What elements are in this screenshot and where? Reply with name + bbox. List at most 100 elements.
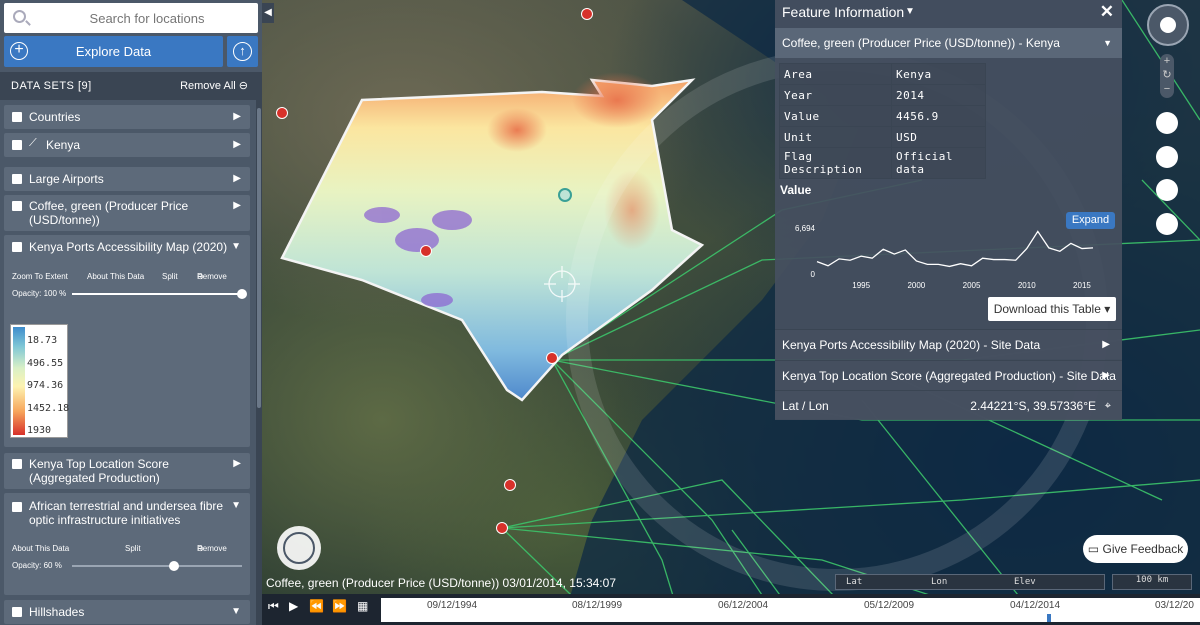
step-back-icon[interactable]: ⏪ [309,599,324,613]
expand-chart-button[interactable]: Expand [1066,212,1115,229]
collapse-sidebar-button[interactable]: ◀ [262,3,274,23]
upload-button[interactable]: ↑ [227,36,258,67]
rotate-icon[interactable]: ↻ [1160,68,1174,82]
opacity-slider-knob[interactable] [237,289,247,299]
layer-fibre-optic[interactable]: African terrestrial and undersea fibre o… [4,493,250,595]
chevron-right-icon[interactable]: ▶ [233,111,241,122]
timeline-date: 05/12/2009 [864,600,915,611]
chevron-down-icon[interactable]: ▼ [231,606,241,617]
chevron-right-icon[interactable]: ▶ [233,139,241,150]
layer-checkbox[interactable] [12,607,22,617]
site-data-row-ports[interactable]: Kenya Ports Accessibility Map (2020) - S… [775,329,1122,359]
plus-circle-icon: + [10,42,28,60]
timeline-date: 08/12/1999 [572,600,623,611]
location-pin-icon[interactable]: ⌖ [1105,391,1111,421]
search-icon [13,10,26,23]
timeline-track[interactable]: 09/12/1994 08/12/1999 06/12/2004 05/12/2… [381,598,1200,622]
layer-checkbox[interactable] [12,502,22,512]
timeline-cursor[interactable] [1047,614,1051,622]
split-link[interactable]: Split [162,272,178,281]
zoom-in-icon[interactable]: + [1160,54,1174,68]
table-row: Year 2014 [779,84,986,106]
skip-start-icon[interactable]: ⏮ [268,599,279,614]
selected-point-marker[interactable] [558,188,572,202]
layer-checkbox[interactable] [12,459,22,469]
attr-value: Official data [891,147,986,179]
remove-link[interactable]: Remove ⊖ [197,272,227,281]
layer-coffee[interactable]: Coffee, green (Producer Price (USD/tonne… [4,195,250,231]
feature-panel-header: Feature Information ▼ ✕ [775,0,1122,26]
split-view-icon[interactable] [1156,146,1178,168]
chevron-right-icon[interactable]: ▶ [233,200,241,211]
layer-checkbox[interactable] [12,174,22,184]
layer-checkbox[interactable] [12,112,22,122]
about-data-link[interactable]: About This Data [12,544,69,553]
search-input[interactable] [4,3,258,33]
upload-arrow-icon: ↑ [233,42,252,61]
layer-hillshades[interactable]: Hillshades ▼ [4,600,250,624]
lat-label: Lat [846,577,863,587]
attr-value: Kenya [891,63,986,85]
heat-hotspot [487,108,547,152]
x-tick-label: 2000 [907,281,925,290]
about-data-link[interactable]: About This Data [87,272,144,281]
compass-icon[interactable] [1147,4,1189,46]
table-row: Value 4456.9 [779,105,986,127]
layer-kenya[interactable]: ⟋ Kenya ▶ [4,133,250,157]
measure-icon[interactable] [1156,179,1178,201]
layer-checkbox[interactable] [12,201,22,211]
chevron-right-icon[interactable]: ▶ [233,173,241,184]
scrollbar-thumb[interactable] [257,108,261,408]
opacity-slider[interactable] [72,293,242,295]
opacity-slider-knob[interactable] [169,561,179,571]
remove-link[interactable]: Remove ⊖ [197,544,227,553]
layer-countries[interactable]: Countries ▶ [4,105,250,129]
sidebar: + Explore Data ↑ DATA SETS [9] Remove Al… [0,0,262,625]
lon-label: Lon [931,577,948,587]
chevron-right-icon[interactable]: ▶ [1102,330,1110,360]
chart-value-label: Value [780,183,812,197]
layer-label: Large Airports [29,172,104,186]
x-tick-label: 2015 [1073,281,1091,290]
elev-label: Elev [1014,577,1036,587]
sidebar-scrollbar[interactable] [256,100,262,625]
series-line [816,230,1094,268]
zoom-out-icon[interactable]: − [1160,82,1174,96]
explore-data-label: Explore Data [75,44,152,59]
give-feedback-button[interactable]: ▭ Give Feedback [1083,535,1188,563]
legend-value: 1452.18 [27,403,70,414]
step-forward-icon[interactable]: ⏩ [332,599,347,613]
site-data-label: Kenya Top Location Score (Aggregated Pro… [782,369,1116,383]
layer-checkbox[interactable] [12,242,22,252]
locate-icon[interactable] [1156,112,1178,134]
caret-down-icon[interactable]: ▼ [905,0,915,24]
table-row: Area Kenya [779,63,986,85]
feature-panel-subtitle-row[interactable]: Coffee, green (Producer Price (USD/tonne… [775,28,1122,58]
chevron-down-icon[interactable]: ▼ [1103,28,1112,58]
layer-checkbox[interactable] [12,140,22,150]
site-data-row-location[interactable]: Kenya Top Location Score (Aggregated Pro… [775,360,1122,390]
close-icon[interactable]: ✕ [1100,0,1114,24]
layer-large-airports[interactable]: Large Airports ▶ [4,167,250,191]
chevron-right-icon[interactable]: ▶ [233,458,241,469]
layer-top-location-score[interactable]: Kenya Top Location Score (Aggregated Pro… [4,453,250,489]
zoom-to-extent-link[interactable]: Zoom To Extent [12,272,68,281]
chevron-right-icon[interactable]: ▶ [1102,361,1110,391]
remove-all-button[interactable]: Remove All ⊖ [180,72,248,100]
opacity-slider[interactable] [72,565,242,567]
attr-value: 4456.9 [891,105,986,127]
calendar-icon[interactable]: ▦ [357,599,368,613]
chevron-down-icon[interactable]: ▼ [231,500,241,511]
legend-gradient [13,327,25,435]
play-icon[interactable]: ▶ [289,599,298,613]
chevron-down-icon[interactable]: ▼ [231,241,241,252]
zoom-control[interactable]: + ↻ − [1160,54,1174,98]
search-box[interactable] [4,3,258,33]
download-table-button[interactable]: Download this Table ▾ [988,297,1116,321]
scale-label: 100 km [1135,575,1169,585]
draw-pencil-icon[interactable] [1156,213,1178,235]
split-link[interactable]: Split [125,544,141,553]
explore-data-button[interactable]: + Explore Data [4,36,223,67]
legend-value: 1930 [27,425,52,436]
datasets-title: DATA SETS [9] [11,80,92,92]
